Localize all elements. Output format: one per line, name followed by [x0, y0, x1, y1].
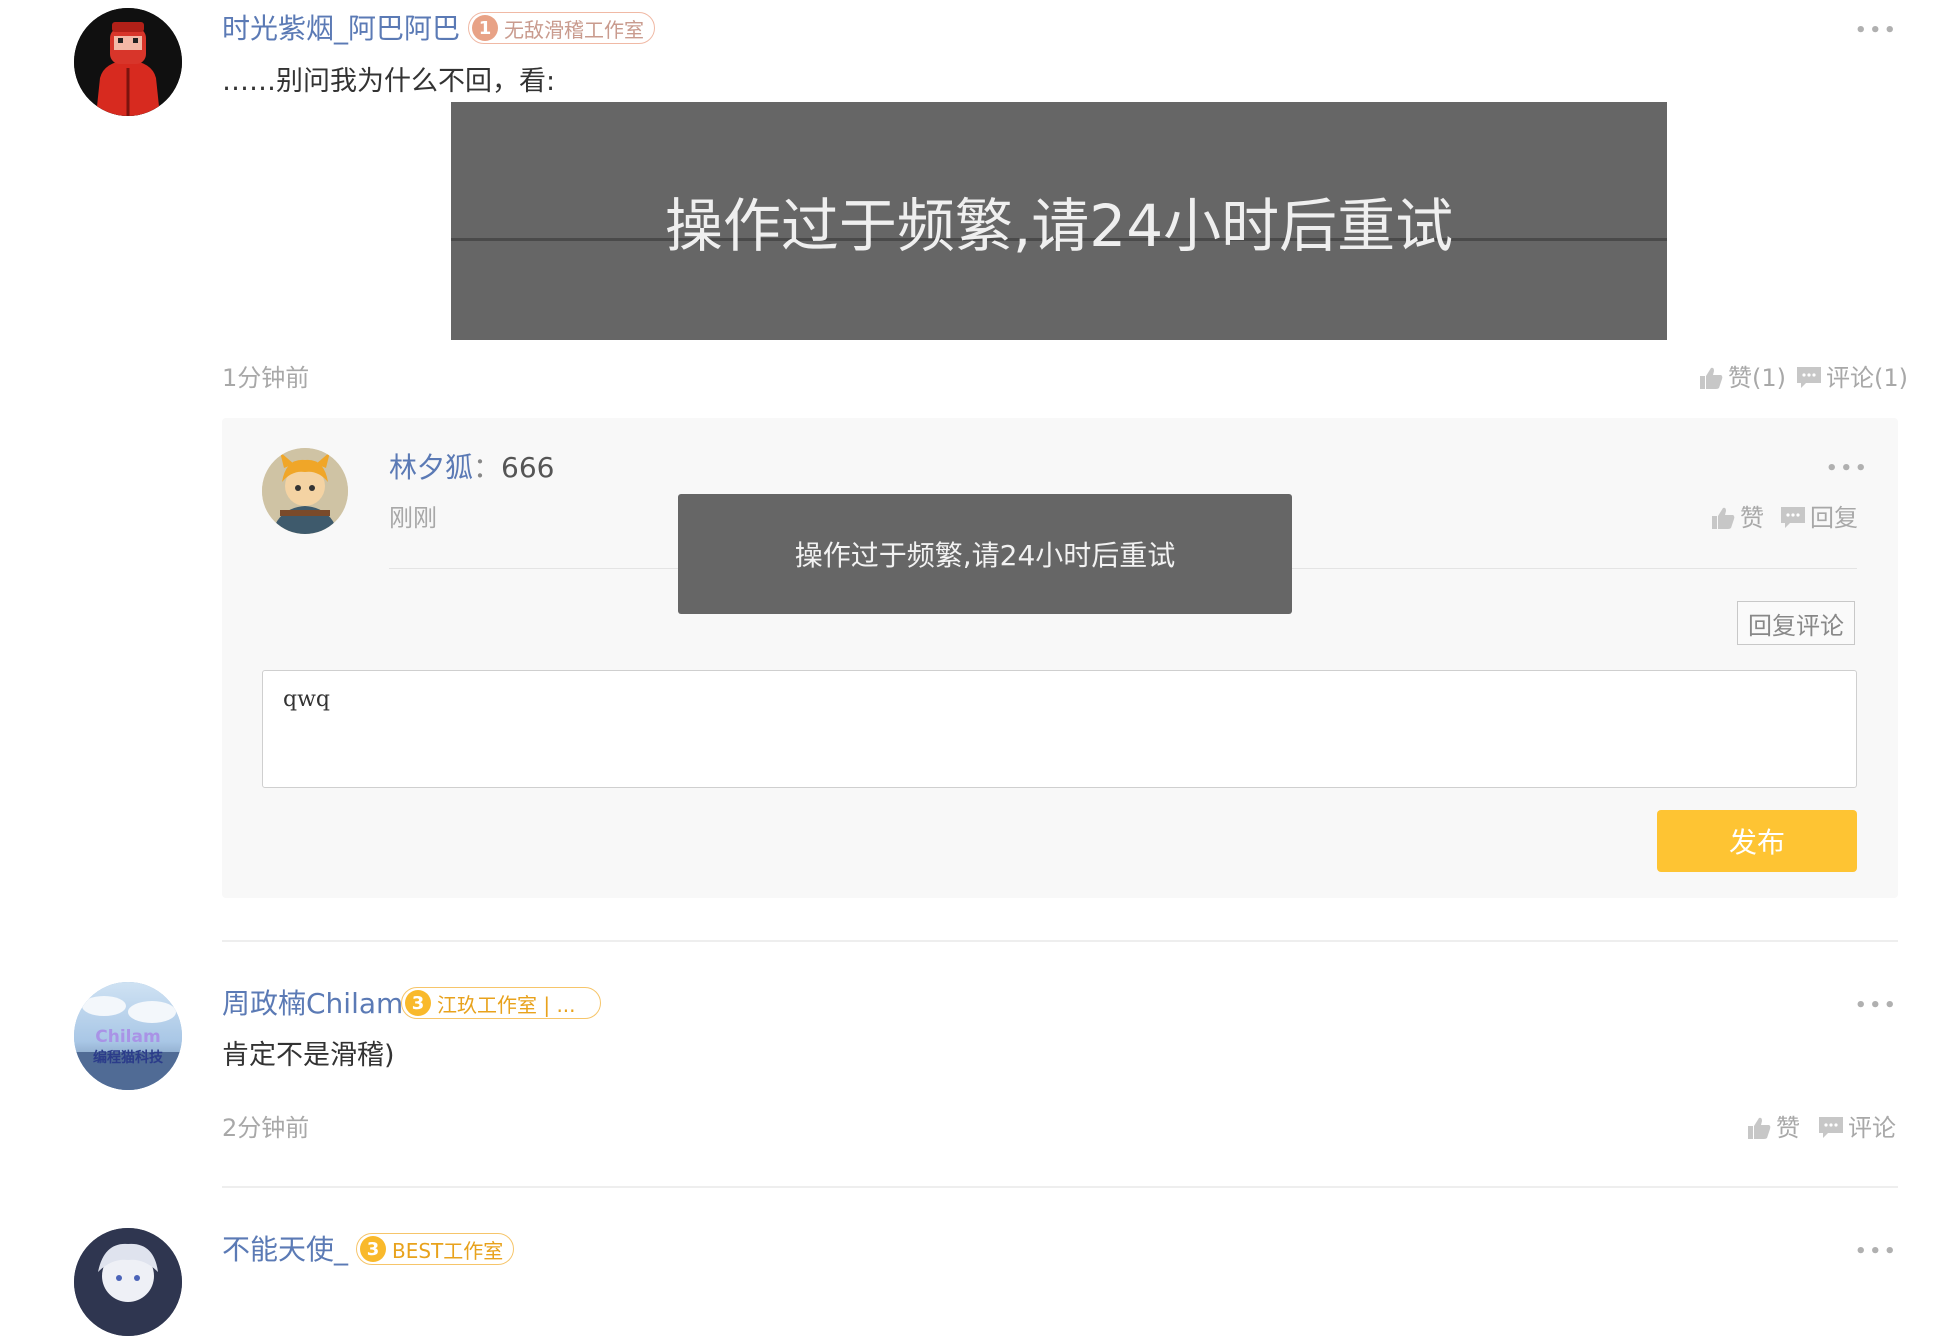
badge-label: 江玖工作室 | ... [437, 992, 576, 1017]
like-button[interactable]: 赞(1) [1698, 366, 1786, 390]
badge-level: 1 [472, 15, 498, 41]
reply-input[interactable]: qwq [262, 670, 1857, 788]
comment-bubble-icon [1781, 507, 1805, 528]
reply-time: 刚刚 [389, 504, 437, 532]
reply-like-button[interactable]: 赞 [1710, 506, 1764, 530]
thumbs-up-icon [1700, 367, 1723, 389]
comment-label: 评论(1) [1826, 364, 1908, 392]
reply-username-text: 林夕狐 [389, 451, 474, 484]
avatar[interactable] [74, 8, 182, 116]
comment-divider [222, 940, 1898, 942]
badge-level: 3 [360, 1236, 386, 1262]
avatar[interactable] [74, 1228, 182, 1336]
toast-message: 操作过于频繁,请24小时后重试 [794, 539, 1176, 572]
like-label: 赞 [1776, 1114, 1800, 1142]
reply-input-value: qwq [283, 687, 330, 712]
comment-username[interactable]: 时光紫烟_阿巴阿巴 [222, 15, 460, 43]
error-toast: 操作过于频繁,请24小时后重试 [678, 494, 1292, 614]
comment-content: 肯定不是滑稽) [222, 1040, 395, 1071]
thumbs-up-icon [1748, 1117, 1771, 1139]
avatar[interactable]: Chilam 编程猫科技 [74, 982, 182, 1090]
badge-label: BEST工作室 [392, 1238, 504, 1263]
comment-divider [222, 1186, 1898, 1188]
studio-badge[interactable]: 3 BEST工作室 [356, 1233, 515, 1265]
reply-panel: 林夕狐：666 刚刚 ••• 赞 回复 回复评论 qwq 发布 [222, 418, 1898, 898]
reply-separator: ： [473, 451, 502, 484]
more-icon[interactable]: ••• [1855, 997, 1899, 1015]
more-icon[interactable]: ••• [1855, 1243, 1899, 1261]
comment-label: 评论 [1848, 1114, 1896, 1142]
like-button[interactable]: 赞 [1746, 1116, 1800, 1140]
like-label: 赞(1) [1728, 364, 1786, 392]
avatar-text-1: Chilam [95, 1027, 160, 1047]
reply-like-label: 赞 [1740, 504, 1764, 532]
more-icon[interactable]: ••• [1855, 22, 1899, 40]
studio-badge[interactable]: 1 无敌滑稽工作室 [468, 12, 655, 44]
reply-more-icon[interactable]: ••• [1826, 460, 1870, 478]
reply-comment-button[interactable]: 回复评论 [1737, 601, 1855, 645]
comment-content: ……别问我为什么不回，看: [222, 66, 556, 97]
comment-bubble-icon [1819, 1117, 1843, 1138]
thumbs-up-icon [1712, 507, 1735, 529]
comment-image[interactable]: 操作过于频繁,请24小时后重试 [451, 102, 1667, 340]
avatar-text-2: 编程猫科技 [93, 1049, 164, 1066]
publish-button[interactable]: 发布 [1657, 810, 1857, 872]
badge-label: 无敌滑稽工作室 [504, 17, 644, 42]
reply-reply-label: 回复 [1810, 504, 1858, 532]
reply-avatar[interactable] [262, 448, 348, 534]
studio-badge[interactable]: 3 江玖工作室 | ... [401, 987, 601, 1019]
reply-reply-button[interactable]: 回复 [1780, 506, 1858, 530]
reply-username[interactable]: 林夕狐：666 [389, 454, 554, 482]
comment-username[interactable]: 周政楠Chilam [222, 990, 403, 1018]
comment-button[interactable]: 评论 [1818, 1116, 1896, 1140]
reply-content: 666 [501, 451, 555, 484]
badge-level: 3 [405, 990, 431, 1016]
comment-time: 1分钟前 [222, 364, 310, 392]
comment-bubble-icon [1797, 367, 1821, 388]
image-text: 操作过于频繁,请24小时后重试 [664, 192, 1454, 260]
comment-button[interactable]: 评论(1) [1796, 366, 1908, 390]
comment-time: 2分钟前 [222, 1114, 310, 1142]
comment-username[interactable]: 不能天使_ [222, 1236, 348, 1264]
